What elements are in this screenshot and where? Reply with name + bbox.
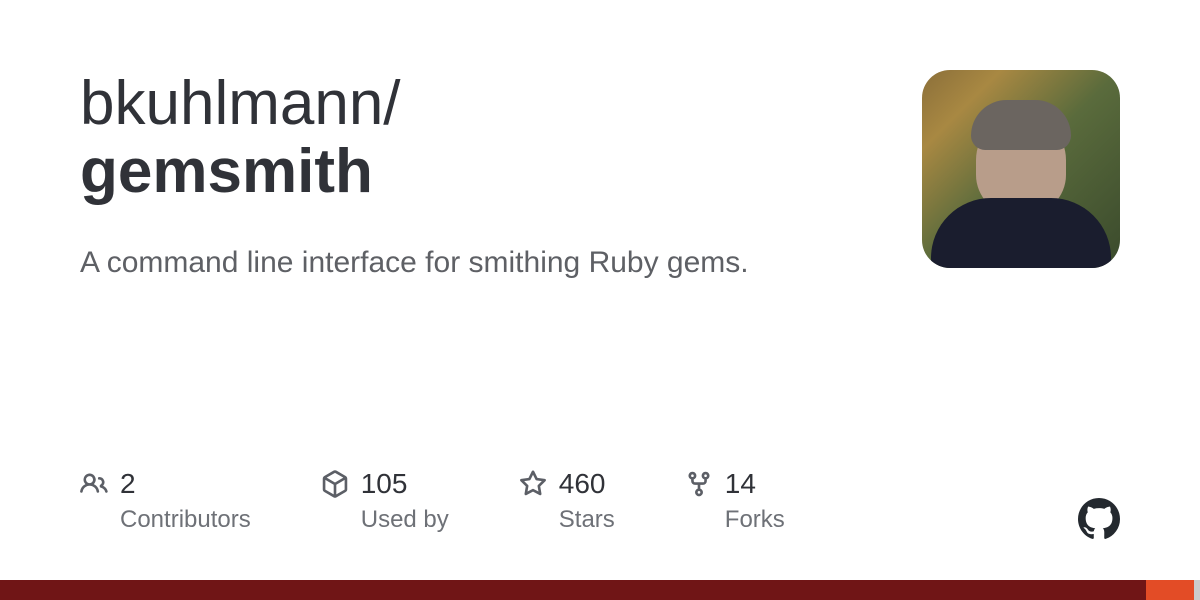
language-other	[1194, 580, 1200, 600]
star-icon	[519, 470, 547, 498]
usedby-count: 105	[361, 468, 408, 500]
forks-count: 14	[725, 468, 756, 500]
language-ruby	[0, 580, 1146, 600]
repo-description: A command line interface for smithing Ru…	[80, 242, 882, 284]
repo-owner: bkuhlmann/	[80, 70, 882, 138]
package-icon	[321, 470, 349, 498]
stat-contributors: 2 Contributors	[80, 468, 251, 534]
language-html	[1146, 580, 1194, 600]
people-icon	[80, 470, 108, 498]
github-icon	[1078, 498, 1120, 540]
repo-name: gemsmith	[80, 138, 882, 206]
stat-stars: 460 Stars	[519, 468, 615, 534]
stat-usedby: 105 Used by	[321, 468, 449, 534]
language-bar	[0, 580, 1200, 600]
repo-stats: 2 Contributors 105 Used by 460 Stars 14 …	[80, 468, 785, 534]
stat-forks: 14 Forks	[685, 468, 785, 534]
stars-label: Stars	[559, 506, 615, 534]
avatar	[922, 70, 1120, 268]
usedby-label: Used by	[361, 506, 449, 534]
stars-count: 460	[559, 468, 606, 500]
contributors-count: 2	[120, 468, 136, 500]
forks-label: Forks	[725, 506, 785, 534]
fork-icon	[685, 470, 713, 498]
contributors-label: Contributors	[120, 506, 251, 534]
